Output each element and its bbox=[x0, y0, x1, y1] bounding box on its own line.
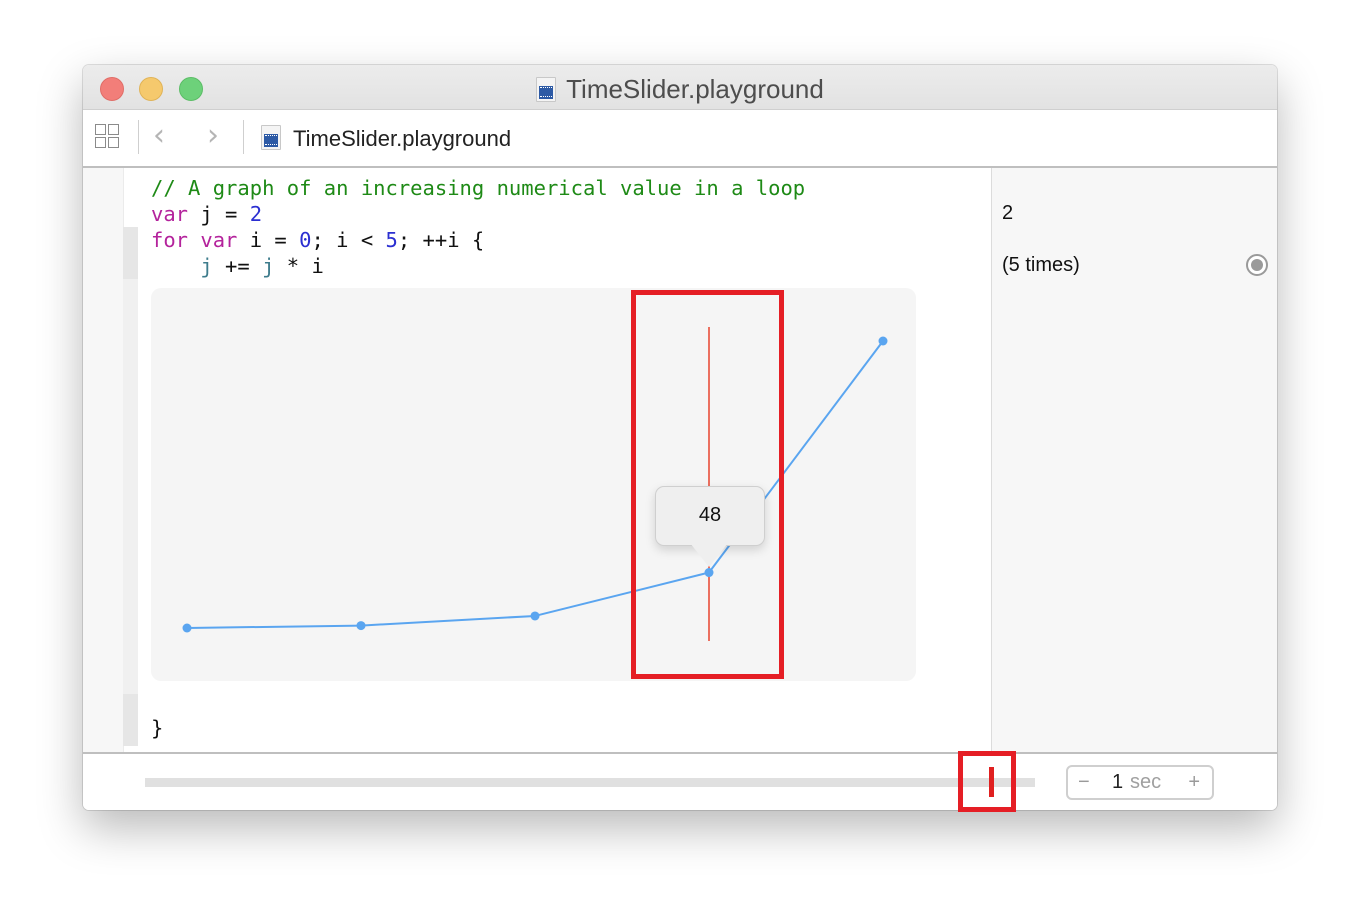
code-line[interactable]: for var i = 0; i < 5; ++i { bbox=[151, 227, 805, 253]
code-token-num: 5 bbox=[385, 228, 398, 252]
decrement-button[interactable]: − bbox=[1078, 771, 1090, 794]
tooltip-value: 48 bbox=[698, 503, 722, 526]
window-title-text: TimeSlider.playground bbox=[566, 74, 824, 104]
code-line[interactable]: // A graph of an increasing numerical va… bbox=[151, 175, 805, 201]
tooltip-pointer bbox=[690, 542, 728, 567]
stepper-unit: sec bbox=[1130, 771, 1162, 793]
code-token-comment: // A graph of an increasing numerical va… bbox=[151, 176, 806, 200]
window-title: TimeSlider.playground bbox=[83, 74, 1277, 105]
playground-file-icon bbox=[261, 125, 281, 150]
code-token-plain: += bbox=[212, 254, 263, 278]
data-point[interactable] bbox=[182, 623, 192, 633]
jump-bar: ‹ › TimeSlider.playground bbox=[83, 110, 1277, 168]
series-line-segment bbox=[360, 614, 536, 627]
data-point[interactable] bbox=[356, 621, 366, 631]
data-point[interactable] bbox=[704, 568, 714, 578]
result-loop-count: (5 times) bbox=[1002, 254, 1080, 276]
code-token-plain: ; i < bbox=[311, 228, 386, 252]
title-bar: TimeSlider.playground bbox=[83, 65, 1277, 110]
code-token-plain: j = bbox=[188, 202, 250, 226]
code-line[interactable]: var j = 2 bbox=[151, 201, 805, 227]
toolbar-divider bbox=[243, 120, 244, 154]
toolbar-divider bbox=[138, 120, 139, 154]
increment-button[interactable]: + bbox=[1188, 771, 1200, 794]
series-line-segment bbox=[186, 624, 362, 629]
chevron-right-icon[interactable]: › bbox=[207, 118, 219, 153]
code-token-kw: for bbox=[151, 228, 189, 252]
data-point[interactable] bbox=[878, 336, 888, 346]
code-token-var: j bbox=[200, 254, 213, 278]
result-value: 2 bbox=[1002, 202, 1014, 224]
run-speed-stepper[interactable]: − 1 sec + bbox=[1066, 765, 1214, 800]
code-token-var: j bbox=[262, 254, 275, 278]
timeline-slider-handle[interactable] bbox=[988, 767, 994, 797]
code-token-kw: var bbox=[200, 228, 238, 252]
code-token-num: 0 bbox=[299, 228, 312, 252]
related-items-grid-icon[interactable] bbox=[95, 124, 123, 152]
code-line[interactable]: j += j * i bbox=[151, 253, 805, 279]
gutter-highlight bbox=[123, 227, 138, 279]
line-chart bbox=[182, 327, 888, 641]
code-closing-brace: } bbox=[151, 716, 164, 740]
gutter-highlight bbox=[123, 694, 138, 746]
line-gutter bbox=[83, 168, 124, 752]
code-token-plain: ; ++i { bbox=[397, 228, 485, 252]
code-token-num: 2 bbox=[249, 202, 263, 226]
code-token-kw: var bbox=[151, 202, 189, 226]
timeline-bar: − 1 sec + bbox=[83, 752, 1277, 810]
breadcrumb[interactable]: TimeSlider.playground bbox=[261, 125, 511, 152]
results-sidebar: 2 (5 times) bbox=[991, 168, 1277, 752]
code-token-plain: * i bbox=[274, 254, 324, 278]
stepper-value: 1 bbox=[1112, 771, 1124, 793]
timeline-slider-track[interactable] bbox=[145, 778, 1035, 787]
code-editor[interactable]: // A graph of an increasing numerical va… bbox=[83, 168, 991, 752]
breadcrumb-label: TimeSlider.playground bbox=[293, 126, 512, 151]
playground-window: TimeSlider.playground ‹ › TimeSlider.pla… bbox=[83, 65, 1277, 810]
series-line-segment bbox=[534, 571, 710, 617]
data-point[interactable] bbox=[530, 611, 540, 621]
code-token-plain: i = bbox=[237, 228, 300, 252]
value-tooltip: 48 bbox=[655, 485, 765, 546]
playground-file-icon bbox=[536, 77, 557, 102]
gutter-highlight bbox=[123, 279, 138, 694]
value-history-graph[interactable] bbox=[151, 288, 916, 681]
chevron-left-icon[interactable]: ‹ bbox=[153, 118, 165, 153]
source-code[interactable]: // A graph of an increasing numerical va… bbox=[151, 175, 805, 279]
quick-look-icon[interactable] bbox=[1246, 254, 1268, 276]
